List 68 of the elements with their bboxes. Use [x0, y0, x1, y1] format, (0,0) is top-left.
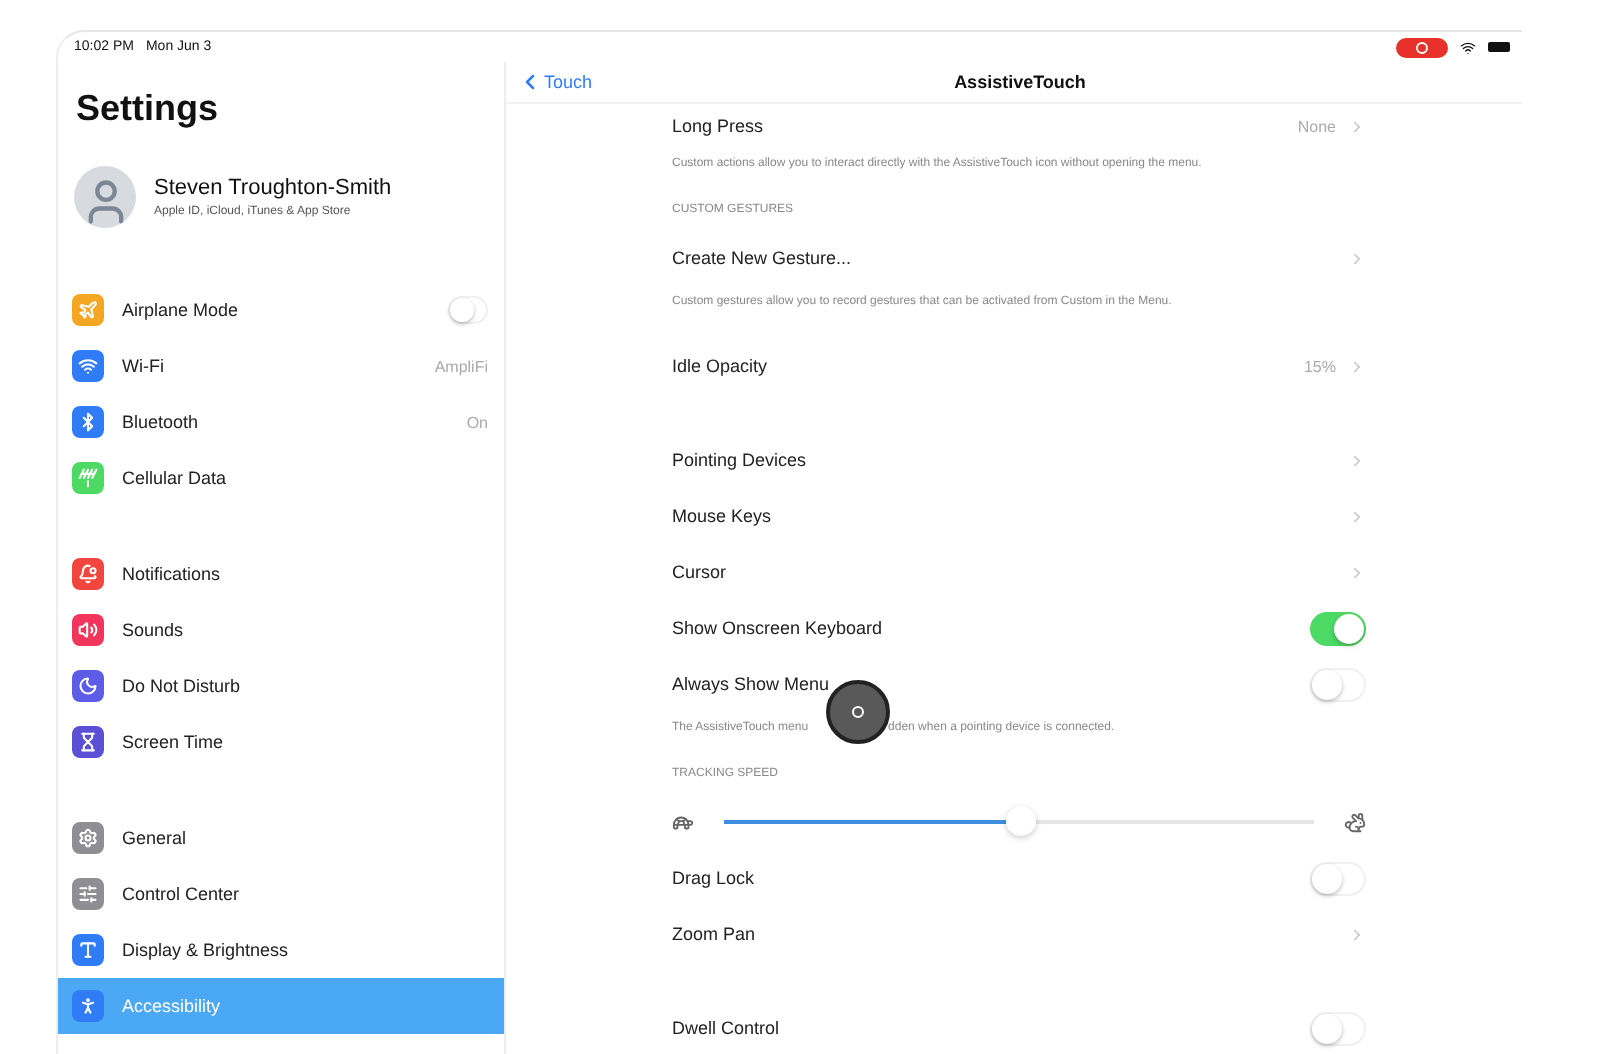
settings-row[interactable]: Idle Opacity 15%: [672, 338, 1366, 394]
row-label: Drag Lock: [672, 868, 757, 888]
sidebar-item[interactable]: Screen Time: [58, 714, 504, 770]
avatar: [74, 165, 136, 227]
sidebar-label: Control Center: [122, 884, 242, 904]
chevron-icon: [1348, 451, 1366, 469]
sidebar-label: Bluetooth: [122, 412, 201, 432]
sidebar-label: Wi-Fi: [122, 356, 166, 376]
settings-row[interactable]: Mouse Keys: [672, 488, 1366, 544]
sidebar-item[interactable]: Wi-Fi AmpliFi: [58, 338, 504, 394]
chevron-icon: [1348, 925, 1366, 943]
sidebar-item[interactable]: Notifications: [58, 546, 504, 602]
settings-row[interactable]: Cursor: [672, 544, 1366, 600]
sidebar-item[interactable]: Do Not Disturb: [58, 658, 504, 714]
wifi-icon: [1460, 39, 1476, 55]
sidebar-label: Notifications: [122, 564, 223, 584]
battery-icon: [1488, 42, 1510, 52]
sidebar-item[interactable]: Bluetooth On: [58, 394, 504, 450]
sidebar-value: On: [466, 413, 488, 431]
row-label: Cursor: [672, 562, 729, 582]
row-value: 15%: [1303, 357, 1336, 375]
row-label: Create New Gesture...: [672, 248, 854, 268]
toggle-switch[interactable]: [448, 296, 488, 324]
sidebar-label: Display & Brightness: [122, 940, 291, 960]
row-label: Show Onscreen Keyboard: [672, 618, 885, 638]
settings-row[interactable]: Long Press None: [672, 104, 1366, 148]
sidebar-label: Cellular Data: [122, 468, 229, 488]
chevron-icon: [1348, 507, 1366, 525]
sidebar-label: Sounds: [122, 620, 186, 640]
rabbit-icon: [1344, 811, 1366, 833]
row-label: Long Press: [672, 116, 766, 136]
row-label: Always Show Menu: [672, 674, 832, 694]
toggle-switch[interactable]: [1310, 611, 1366, 645]
row-label: Zoom Pan: [672, 924, 758, 944]
back-button[interactable]: Touch: [518, 70, 593, 94]
sidebar-label: Do Not Disturb: [122, 676, 243, 696]
sidebar-value: AmpliFi: [434, 357, 488, 375]
profile-name[interactable]: Steven Troughton-Smith: [154, 175, 392, 199]
row-label: Mouse Keys: [672, 506, 774, 526]
row-label: Dwell Control: [672, 1018, 782, 1038]
sidebar-label: Airplane Mode: [122, 300, 241, 320]
toggle-switch[interactable]: [1310, 1011, 1366, 1045]
sidebar-label: General: [122, 828, 189, 848]
sidebar-item[interactable]: General: [58, 810, 504, 866]
page-title: AssistiveTouch: [954, 72, 1086, 92]
sidebar-title: Settings: [74, 86, 221, 132]
settings-row[interactable]: Zoom Pan: [672, 906, 1366, 962]
sidebar-item[interactable]: Control Center: [58, 866, 504, 922]
chevron-icon: [1348, 249, 1366, 267]
settings-row[interactable]: Pointing Devices: [672, 432, 1366, 488]
chevron-icon: [1348, 357, 1366, 375]
chevron-icon: [1348, 563, 1366, 581]
sidebar-label: Screen Time: [122, 732, 226, 752]
sidebar-label: Accessibility: [122, 996, 223, 1016]
turtle-icon: [672, 811, 694, 833]
sidebar-item[interactable]: Cellular Data: [58, 450, 504, 506]
row-label: Pointing Devices: [672, 450, 809, 470]
toggle-switch[interactable]: [1310, 667, 1366, 701]
slider-thumb[interactable]: [1005, 806, 1035, 836]
sidebar-item[interactable]: Airplane Mode: [58, 282, 504, 338]
toggle-switch[interactable]: [1310, 861, 1366, 895]
settings-row[interactable]: Create New Gesture...: [672, 230, 1366, 286]
chevron-icon: [1348, 117, 1366, 135]
row-value: None: [1297, 117, 1336, 135]
sidebar-item[interactable]: Sounds: [58, 602, 504, 658]
pointer-cursor-icon: [826, 680, 890, 744]
sidebar-item[interactable]: Display & Brightness: [58, 922, 504, 978]
row-label: Idle Opacity: [672, 356, 770, 376]
